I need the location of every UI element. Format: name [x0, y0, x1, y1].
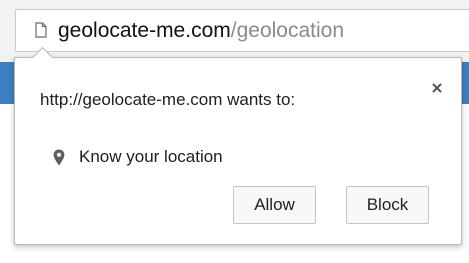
url-domain: geolocate-me.com: [58, 19, 231, 42]
permission-label: Know your location: [79, 147, 223, 166]
block-button[interactable]: Block: [346, 186, 429, 224]
allow-button[interactable]: Allow: [233, 186, 316, 224]
permission-bubble-title: http://geolocate-me.com wants to:: [40, 90, 296, 109]
browser-toolbar: geolocate-me.com/geolocation: [0, 0, 469, 62]
url-path: /geolocation: [230, 19, 345, 42]
address-bar[interactable]: geolocate-me.com/geolocation: [15, 9, 469, 52]
close-icon[interactable]: [429, 80, 445, 96]
permission-bubble: http://geolocate-me.com wants to: Know y…: [14, 46, 462, 245]
permission-row: Know your location: [53, 145, 223, 169]
location-pin-icon: [53, 149, 65, 165]
url-text[interactable]: geolocate-me.com/geolocation: [58, 18, 344, 44]
page-icon: [35, 22, 47, 38]
